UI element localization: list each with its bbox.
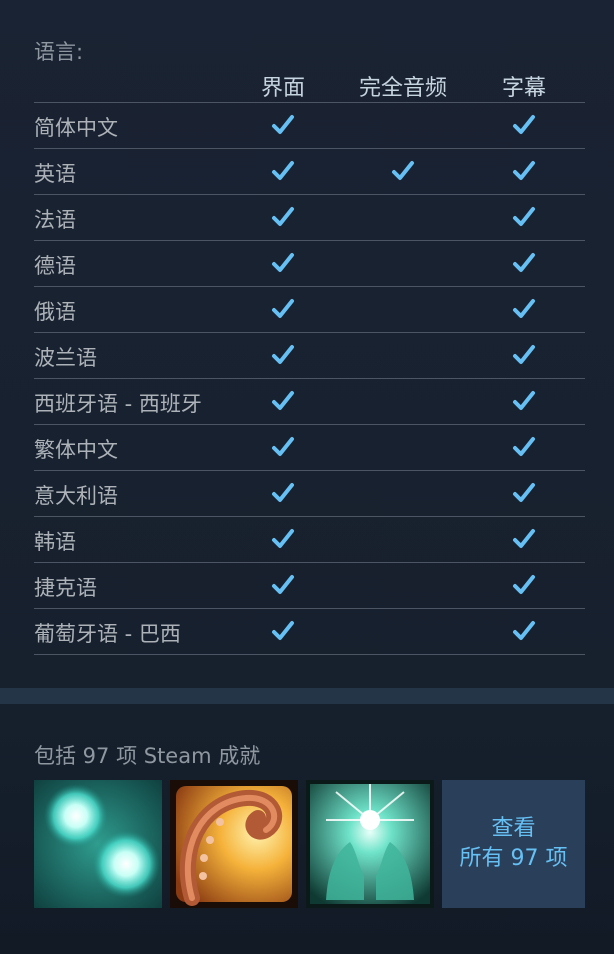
checkmark-icon <box>270 158 296 184</box>
checkmark-icon <box>270 204 296 230</box>
checkmark-icon <box>511 388 537 414</box>
achievement-glowing-orbs-icon[interactable] <box>34 780 162 908</box>
language-row: 意大利语 <box>34 471 585 517</box>
view-all-line1: 查看 <box>491 816 536 841</box>
checkmark-icon <box>270 434 296 460</box>
checkmark-icon <box>511 342 537 368</box>
language-row: 韩语 <box>34 517 585 563</box>
achievement-radiant-hands-icon[interactable] <box>306 780 434 908</box>
checkmark-icon <box>270 618 296 644</box>
language-table-header: 界面 完全音频 字幕 <box>34 66 585 103</box>
view-all-line2: 所有 97 项 <box>459 846 568 871</box>
checkmark-icon <box>511 112 537 138</box>
language-row: 简体中文 <box>34 103 585 149</box>
language-name: 意大利语 <box>34 484 118 508</box>
checkmark-icon <box>511 434 537 460</box>
checkmark-icon <box>270 480 296 506</box>
checkmark-icon <box>511 526 537 552</box>
column-header-subtitles: 字幕 <box>501 76 547 101</box>
checkmark-icon <box>270 112 296 138</box>
achievements-panel: 包括 97 项 Steam 成就 查看 所有 97 项 <box>0 704 614 954</box>
checkmark-icon <box>270 250 296 276</box>
language-name: 简体中文 <box>34 116 118 140</box>
language-panel: 语言: 界面 完全音频 字幕 简体中文英语法语德语俄语波兰语西班牙语 - 西班牙… <box>0 0 614 688</box>
checkmark-icon <box>511 480 537 506</box>
language-row: 俄语 <box>34 287 585 333</box>
language-name: 德语 <box>34 254 76 278</box>
language-name: 繁体中文 <box>34 438 118 462</box>
language-row: 英语 <box>34 149 585 195</box>
language-name: 葡萄牙语 - 巴西 <box>34 622 181 646</box>
languages-label: 语言: <box>34 40 84 64</box>
language-name: 法语 <box>34 208 76 232</box>
view-all-achievements-button[interactable]: 查看 所有 97 项 <box>442 780 585 908</box>
language-name: 韩语 <box>34 530 76 554</box>
language-row: 波兰语 <box>34 333 585 379</box>
achievement-tentacle-icon[interactable] <box>170 780 298 908</box>
checkmark-icon <box>270 526 296 552</box>
language-name: 英语 <box>34 162 76 186</box>
column-header-full-audio: 完全音频 <box>358 76 448 101</box>
checkmark-icon <box>270 342 296 368</box>
language-row: 葡萄牙语 - 巴西 <box>34 609 585 655</box>
checkmark-icon <box>270 296 296 322</box>
checkmark-icon <box>511 250 537 276</box>
checkmark-icon <box>511 204 537 230</box>
section-divider <box>0 688 614 704</box>
checkmark-icon <box>390 158 416 184</box>
checkmark-icon <box>511 618 537 644</box>
language-row: 捷克语 <box>34 563 585 609</box>
language-name: 捷克语 <box>34 576 97 600</box>
checkmark-icon <box>511 158 537 184</box>
achievements-title: 包括 97 项 Steam 成就 <box>34 744 261 768</box>
language-row: 西班牙语 - 西班牙 <box>34 379 585 425</box>
language-table: 界面 完全音频 字幕 简体中文英语法语德语俄语波兰语西班牙语 - 西班牙 繁体中文… <box>34 66 585 655</box>
checkmark-icon <box>270 388 296 414</box>
language-name: 西班牙语 - 西班牙 <box>34 392 202 416</box>
checkmark-icon <box>511 296 537 322</box>
language-name: 波兰语 <box>34 346 97 370</box>
language-row: 德语 <box>34 241 585 287</box>
column-header-interface: 界面 <box>260 76 306 101</box>
language-row: 法语 <box>34 195 585 241</box>
language-row: 繁体中文 <box>34 425 585 471</box>
checkmark-icon <box>511 572 537 598</box>
language-name: 俄语 <box>34 300 76 324</box>
checkmark-icon <box>270 572 296 598</box>
